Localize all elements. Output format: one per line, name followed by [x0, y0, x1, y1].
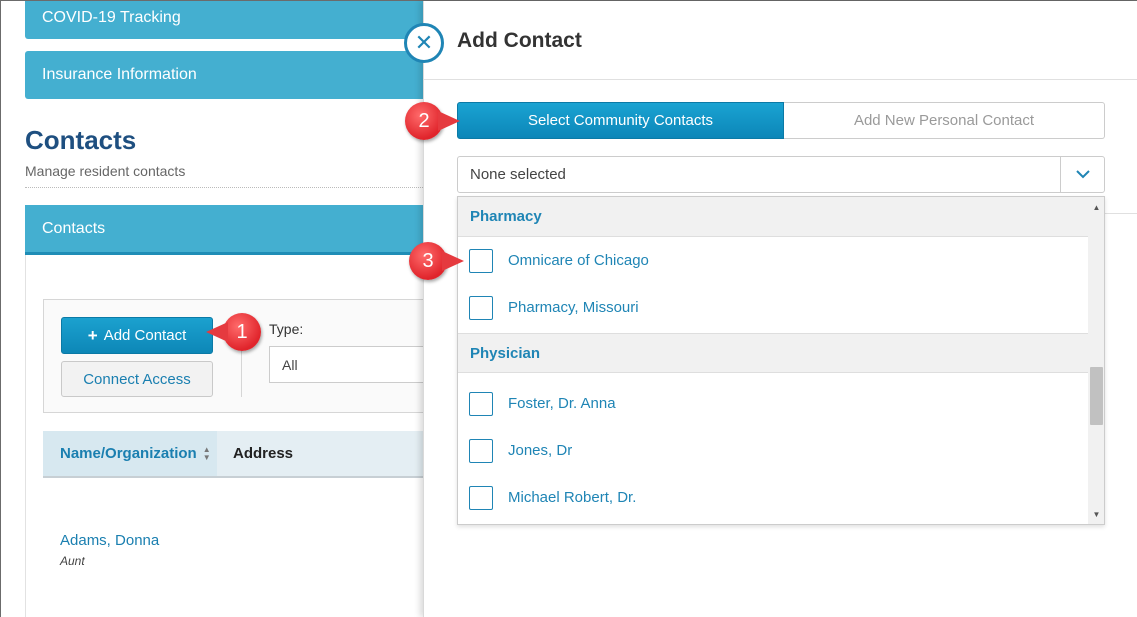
- step-callout-2: 2: [405, 102, 443, 140]
- close-icon[interactable]: ✕: [404, 23, 444, 63]
- nav-covid-tracking[interactable]: COVID-19 Tracking: [25, 1, 423, 39]
- dropdown-scrollbar[interactable]: ▲ ▼: [1088, 197, 1104, 524]
- column-header-name[interactable]: Name/Organization ▲ ▼: [43, 431, 217, 476]
- checkbox[interactable]: [469, 485, 493, 510]
- modal-title: Add Contact: [457, 29, 582, 52]
- plus-icon: +: [87, 326, 98, 345]
- sort-icon: ▲ ▼: [202, 444, 211, 462]
- title-divider: [25, 187, 423, 188]
- contacts-table-header: Name/Organization ▲ ▼ Address: [43, 431, 423, 478]
- scroll-thumb[interactable]: [1090, 367, 1103, 425]
- column-header-address: Address: [233, 445, 294, 462]
- tab-select-community-contacts[interactable]: Select Community Contacts: [457, 102, 784, 139]
- chevron-down-icon[interactable]: [1060, 157, 1104, 192]
- select-value: None selected: [470, 166, 566, 183]
- option-jones-dr[interactable]: Jones, Dr: [458, 427, 1088, 474]
- contacts-dropdown-menu: Pharmacy Omnicare of Chicago Pharmacy, M…: [457, 196, 1105, 525]
- type-filter-select[interactable]: All: [269, 346, 423, 383]
- step-callout-3: 3: [409, 242, 447, 280]
- checkbox[interactable]: [469, 295, 493, 320]
- step-callout-1: 1: [223, 313, 261, 351]
- checkbox[interactable]: [469, 248, 493, 273]
- option-omnicare-of-chicago[interactable]: Omnicare of Chicago: [458, 237, 1088, 284]
- scroll-up-icon[interactable]: ▲: [1088, 199, 1104, 215]
- checkbox[interactable]: [469, 438, 493, 463]
- connect-access-button[interactable]: Connect Access: [61, 361, 213, 397]
- contact-name-link[interactable]: Adams, Donna: [60, 532, 159, 549]
- tab-add-new-personal-contact[interactable]: Add New Personal Contact: [784, 102, 1105, 139]
- option-pharmacy-missouri[interactable]: Pharmacy, Missouri: [458, 284, 1088, 331]
- page-subtitle: Manage resident contacts: [25, 163, 186, 179]
- group-header-pharmacy: Pharmacy: [458, 197, 1088, 237]
- nav-insurance-information[interactable]: Insurance Information: [25, 51, 423, 99]
- modal-header-divider: [424, 79, 1137, 80]
- option-michael-robert-dr[interactable]: Michael Robert, Dr.: [458, 474, 1088, 521]
- type-filter-label: Type:: [269, 321, 304, 337]
- community-contacts-select[interactable]: None selected: [457, 156, 1105, 193]
- divider: [1105, 213, 1137, 214]
- group-header-physician: Physician: [458, 333, 1088, 373]
- scroll-down-icon[interactable]: ▼: [1088, 506, 1104, 522]
- contact-relation: Aunt: [60, 554, 85, 568]
- checkbox[interactable]: [469, 391, 493, 416]
- page-title: Contacts: [25, 125, 137, 155]
- contact-source-tabs: Select Community Contacts Add New Person…: [457, 102, 1105, 139]
- resident-page: COVID-19 Tracking Insurance Information …: [1, 1, 423, 617]
- contacts-panel-header[interactable]: Contacts: [25, 205, 423, 255]
- option-foster-dr-anna[interactable]: Foster, Dr. Anna: [458, 380, 1088, 427]
- add-contact-button[interactable]: + Add Contact: [61, 317, 213, 354]
